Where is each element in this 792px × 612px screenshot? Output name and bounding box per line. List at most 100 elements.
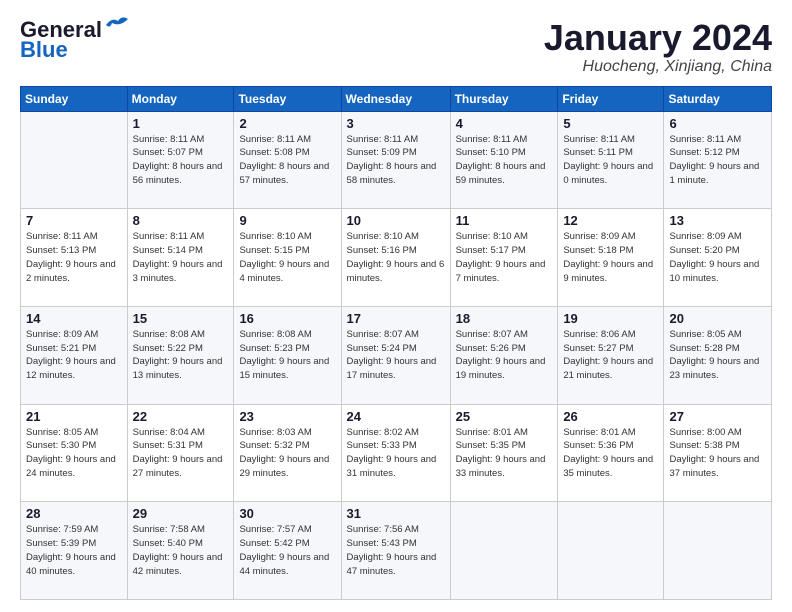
day-number: 21 [26, 409, 122, 424]
day-number: 31 [347, 506, 445, 521]
day-info: Sunrise: 8:11 AMSunset: 5:13 PMDaylight:… [26, 230, 122, 285]
day-info: Sunrise: 8:07 AMSunset: 5:26 PMDaylight:… [456, 328, 553, 383]
day-info: Sunrise: 7:56 AMSunset: 5:43 PMDaylight:… [347, 523, 445, 578]
day-number: 17 [347, 311, 445, 326]
day-number: 8 [133, 213, 229, 228]
calendar-cell: 29 Sunrise: 7:58 AMSunset: 5:40 PMDayligh… [127, 502, 234, 600]
day-number: 1 [133, 116, 229, 131]
bird-icon [104, 15, 134, 35]
calendar-week-row: 14 Sunrise: 8:09 AMSunset: 5:21 PMDayligh… [21, 306, 772, 404]
calendar-cell: 24 Sunrise: 8:02 AMSunset: 5:33 PMDayligh… [341, 404, 450, 502]
calendar-cell: 2Sunrise: 8:11 AMSunset: 5:08 PMDaylight… [234, 111, 341, 209]
day-number: 27 [669, 409, 766, 424]
calendar-cell: 11 Sunrise: 8:10 AMSunset: 5:17 PMDayligh… [450, 209, 558, 307]
day-number: 6 [669, 116, 766, 131]
day-info: Sunrise: 8:08 AMSunset: 5:22 PMDaylight:… [133, 328, 229, 383]
day-number: 13 [669, 213, 766, 228]
logo-blue: Blue [20, 38, 134, 62]
calendar-cell: 28 Sunrise: 7:59 AMSunset: 5:39 PMDayligh… [21, 502, 128, 600]
day-info: Sunrise: 7:58 AMSunset: 5:40 PMDaylight:… [133, 523, 229, 578]
day-info: Sunrise: 8:09 AMSunset: 5:21 PMDaylight:… [26, 328, 122, 383]
day-info: Sunrise: 8:02 AMSunset: 5:33 PMDaylight:… [347, 426, 445, 481]
calendar-cell: 7 Sunrise: 8:11 AMSunset: 5:13 PMDaylight… [21, 209, 128, 307]
calendar-cell: 19Sunrise: 8:06 AMSunset: 5:27 PMDayligh… [558, 306, 664, 404]
calendar-cell: 21 Sunrise: 8:05 AMSunset: 5:30 PMDayligh… [21, 404, 128, 502]
day-info: Sunrise: 8:11 AMSunset: 5:09 PMDaylight:… [347, 133, 445, 188]
header-saturday: Saturday [664, 86, 772, 111]
day-info: Sunrise: 8:11 AMSunset: 5:08 PMDaylight:… [239, 133, 335, 188]
day-info: Sunrise: 8:09 AMSunset: 5:18 PMDaylight:… [563, 230, 658, 285]
day-number: 11 [456, 213, 553, 228]
day-info: Sunrise: 8:07 AMSunset: 5:24 PMDaylight:… [347, 328, 445, 383]
header: General Blue General Blue January 2024 H… [20, 18, 772, 76]
calendar-cell: 12 Sunrise: 8:09 AMSunset: 5:18 PMDayligh… [558, 209, 664, 307]
calendar-cell: 5Sunrise: 8:11 AMSunset: 5:11 PMDaylight… [558, 111, 664, 209]
day-info: Sunrise: 8:11 AMSunset: 5:11 PMDaylight:… [563, 133, 658, 188]
day-number: 14 [26, 311, 122, 326]
day-info: Sunrise: 8:11 AMSunset: 5:14 PMDaylight:… [133, 230, 229, 285]
day-info: Sunrise: 8:05 AMSunset: 5:28 PMDaylight:… [669, 328, 766, 383]
day-number: 10 [347, 213, 445, 228]
day-number: 30 [239, 506, 335, 521]
calendar-cell: 6 Sunrise: 8:11 AMSunset: 5:12 PMDaylight… [664, 111, 772, 209]
day-number: 3 [347, 116, 445, 131]
day-info: Sunrise: 8:10 AMSunset: 5:17 PMDaylight:… [456, 230, 553, 285]
day-info: Sunrise: 8:11 AMSunset: 5:12 PMDaylight:… [669, 133, 766, 188]
day-info: Sunrise: 8:08 AMSunset: 5:23 PMDaylight:… [239, 328, 335, 383]
day-number: 20 [669, 311, 766, 326]
day-info: Sunrise: 8:11 AMSunset: 5:10 PMDaylight:… [456, 133, 553, 188]
calendar-cell: 10 Sunrise: 8:10 AMSunset: 5:16 PMDayligh… [341, 209, 450, 307]
day-number: 28 [26, 506, 122, 521]
calendar-cell: 1 Sunrise: 8:11 AMSunset: 5:07 PMDaylight… [127, 111, 234, 209]
day-number: 29 [133, 506, 229, 521]
header-friday: Friday [558, 86, 664, 111]
calendar-cell: 4 Sunrise: 8:11 AMSunset: 5:10 PMDaylight… [450, 111, 558, 209]
calendar-cell: 15 Sunrise: 8:08 AMSunset: 5:22 PMDayligh… [127, 306, 234, 404]
day-info: Sunrise: 8:04 AMSunset: 5:31 PMDaylight:… [133, 426, 229, 481]
header-monday: Monday [127, 86, 234, 111]
day-info: Sunrise: 7:59 AMSunset: 5:39 PMDaylight:… [26, 523, 122, 578]
calendar-cell [664, 502, 772, 600]
day-number: 7 [26, 213, 122, 228]
calendar-week-row: 7 Sunrise: 8:11 AMSunset: 5:13 PMDaylight… [21, 209, 772, 307]
calendar-cell: 30Sunrise: 7:57 AMSunset: 5:42 PMDayligh… [234, 502, 341, 600]
calendar-table: Sunday Monday Tuesday Wednesday Thursday… [20, 86, 772, 600]
calendar-cell: 23Sunrise: 8:03 AMSunset: 5:32 PMDayligh… [234, 404, 341, 502]
day-info: Sunrise: 8:10 AMSunset: 5:15 PMDaylight:… [239, 230, 335, 285]
day-number: 12 [563, 213, 658, 228]
header-tuesday: Tuesday [234, 86, 341, 111]
calendar-cell: 18 Sunrise: 8:07 AMSunset: 5:26 PMDayligh… [450, 306, 558, 404]
day-number: 25 [456, 409, 553, 424]
calendar-cell [450, 502, 558, 600]
day-number: 22 [133, 409, 229, 424]
day-number: 9 [239, 213, 335, 228]
day-info: Sunrise: 8:03 AMSunset: 5:32 PMDaylight:… [239, 426, 335, 481]
day-info: Sunrise: 8:05 AMSunset: 5:30 PMDaylight:… [26, 426, 122, 481]
day-info: Sunrise: 8:09 AMSunset: 5:20 PMDaylight:… [669, 230, 766, 285]
day-info: Sunrise: 8:10 AMSunset: 5:16 PMDaylight:… [347, 230, 445, 285]
day-number: 26 [563, 409, 658, 424]
day-info: Sunrise: 8:11 AMSunset: 5:07 PMDaylight:… [133, 133, 229, 188]
logo-block: General Blue [20, 18, 134, 62]
header-sunday: Sunday [21, 86, 128, 111]
calendar-cell: 8 Sunrise: 8:11 AMSunset: 5:14 PMDaylight… [127, 209, 234, 307]
day-info: Sunrise: 8:00 AMSunset: 5:38 PMDaylight:… [669, 426, 766, 481]
calendar-cell: 20 Sunrise: 8:05 AMSunset: 5:28 PMDayligh… [664, 306, 772, 404]
header-thursday: Thursday [450, 86, 558, 111]
calendar-cell: 14 Sunrise: 8:09 AMSunset: 5:21 PMDayligh… [21, 306, 128, 404]
day-info: Sunrise: 8:01 AMSunset: 5:35 PMDaylight:… [456, 426, 553, 481]
day-number: 15 [133, 311, 229, 326]
calendar-cell: 31 Sunrise: 7:56 AMSunset: 5:43 PMDayligh… [341, 502, 450, 600]
day-number: 19 [563, 311, 658, 326]
day-number: 4 [456, 116, 553, 131]
day-number: 24 [347, 409, 445, 424]
calendar-page: General Blue General Blue January 2024 H… [0, 0, 792, 612]
calendar-cell: 25 Sunrise: 8:01 AMSunset: 5:35 PMDayligh… [450, 404, 558, 502]
calendar-week-row: 1 Sunrise: 8:11 AMSunset: 5:07 PMDaylight… [21, 111, 772, 209]
day-number: 18 [456, 311, 553, 326]
location: Huocheng, Xinjiang, China [544, 58, 772, 76]
calendar-cell: 9 Sunrise: 8:10 AMSunset: 5:15 PMDaylight… [234, 209, 341, 307]
header-wednesday: Wednesday [341, 86, 450, 111]
calendar-cell [558, 502, 664, 600]
calendar-cell: 3 Sunrise: 8:11 AMSunset: 5:09 PMDaylight… [341, 111, 450, 209]
